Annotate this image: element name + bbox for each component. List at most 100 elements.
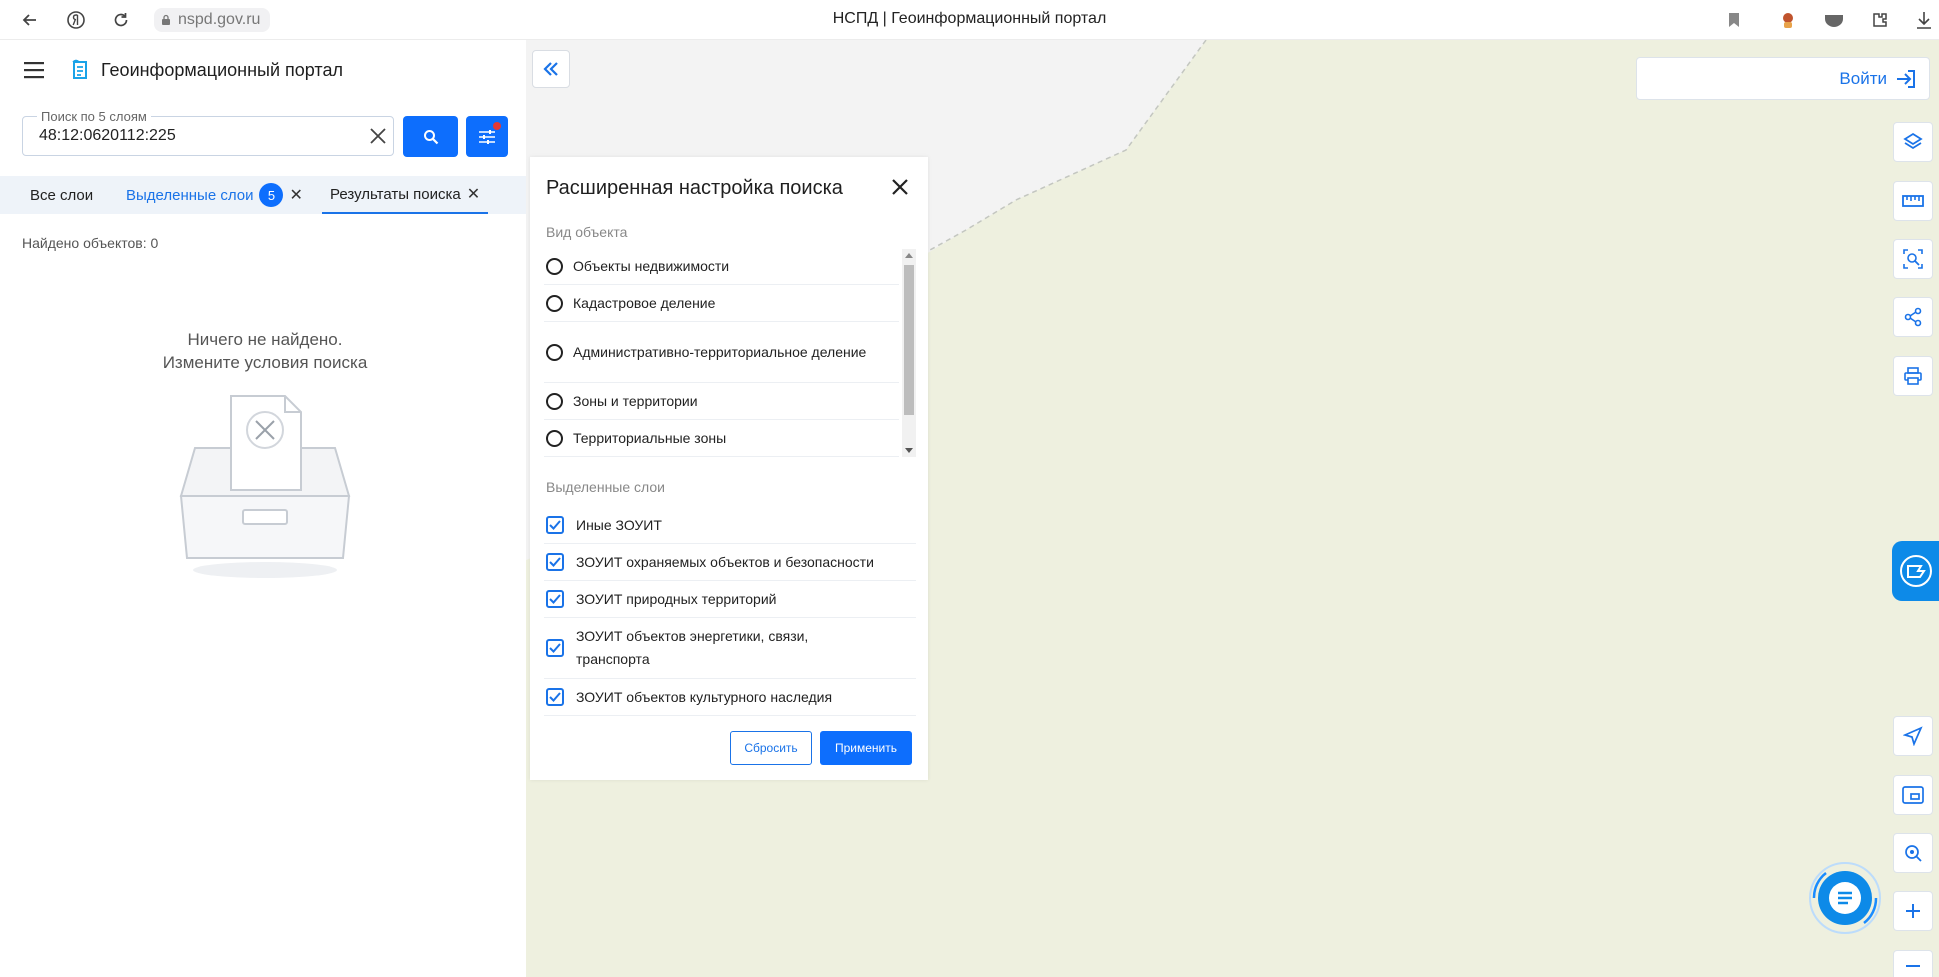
ruler-button[interactable] bbox=[1893, 181, 1933, 221]
chat-button[interactable] bbox=[1800, 853, 1890, 943]
scroll-down-icon[interactable] bbox=[905, 448, 913, 453]
tab-selected-layers[interactable]: Выделенные слои 5 ✕ bbox=[118, 176, 311, 214]
radio-button[interactable] bbox=[546, 258, 563, 275]
radio-object-type[interactable]: Кадастровое деление bbox=[544, 285, 899, 322]
checkbox[interactable] bbox=[546, 516, 564, 534]
tab-all-layers[interactable]: Все слои bbox=[22, 176, 101, 214]
checkbox-label: ЗОУИТ объектов энергетики, связи, трансп… bbox=[576, 628, 809, 667]
layer-checkbox-row[interactable]: ЗОУИТ объектов энергетики, связи, трансп… bbox=[544, 618, 916, 679]
advanced-search-panel: Расширенная настройка поиска Вид объекта… bbox=[530, 157, 928, 780]
checkmark-icon bbox=[549, 520, 561, 530]
radio-button[interactable] bbox=[546, 392, 563, 410]
hamburger-menu-icon[interactable] bbox=[24, 61, 46, 79]
empty-state-hint: Измените условия поиска bbox=[162, 353, 368, 372]
empty-inbox-icon bbox=[179, 395, 351, 578]
filter-active-dot bbox=[493, 122, 501, 130]
plus-icon bbox=[1906, 904, 1920, 918]
area-search-button[interactable] bbox=[1893, 239, 1933, 279]
apply-button[interactable]: Применить bbox=[820, 731, 912, 765]
login-button[interactable]: Войти bbox=[1636, 57, 1930, 100]
radio-label: Объекты недвижимости bbox=[573, 258, 730, 274]
chat-bubble-icon bbox=[1809, 862, 1881, 934]
checkbox[interactable] bbox=[546, 639, 564, 657]
geolocation-button[interactable] bbox=[1893, 716, 1933, 756]
location-target-icon bbox=[1905, 845, 1922, 862]
clear-icon[interactable] bbox=[369, 127, 387, 145]
checkmark-icon bbox=[549, 557, 561, 567]
close-icon[interactable]: ✕ bbox=[289, 185, 302, 205]
layer-checkbox-row[interactable]: Иные ЗОУИТ bbox=[544, 507, 916, 544]
checkbox-label: ЗОУИТ объектов культурного наследия bbox=[576, 688, 833, 705]
reset-button[interactable]: Сбросить bbox=[730, 731, 812, 765]
object-type-list[interactable]: Объекты недвижимости Кадастровое деление… bbox=[544, 249, 916, 457]
address-bar[interactable]: nspd.gov.ru bbox=[154, 8, 271, 32]
extension-icon[interactable] bbox=[1776, 8, 1800, 32]
tab-label: Результаты поиска bbox=[330, 185, 461, 203]
lock-icon bbox=[162, 14, 170, 25]
radio-button[interactable] bbox=[546, 343, 563, 361]
back-arrow-icon[interactable] bbox=[18, 8, 42, 32]
radio-object-type[interactable]: Административно-территориальное деление bbox=[544, 322, 899, 383]
zoom-out-button[interactable] bbox=[1893, 950, 1933, 977]
minus-icon bbox=[1906, 965, 1920, 967]
browser-toolbar: nspd.gov.ru НСПД | Геоинформационный пор… bbox=[0, 0, 1939, 40]
download-icon[interactable] bbox=[1912, 8, 1936, 32]
zoom-in-button[interactable] bbox=[1893, 891, 1933, 931]
checkbox[interactable] bbox=[546, 553, 564, 571]
advanced-filter-button[interactable] bbox=[466, 116, 508, 157]
search-input[interactable] bbox=[39, 125, 349, 147]
portal-title: Геоинформационный портал bbox=[101, 60, 343, 80]
ruler-icon bbox=[1902, 195, 1924, 207]
tab-search-results[interactable]: Результаты поиска ✕ bbox=[322, 176, 489, 214]
checkmark-icon bbox=[549, 643, 561, 653]
portal-logo-icon bbox=[72, 59, 87, 79]
extensions-puzzle-icon[interactable] bbox=[1868, 8, 1892, 32]
yandex-icon[interactable] bbox=[64, 8, 88, 32]
empty-state-title: Ничего не найдено. bbox=[187, 330, 343, 349]
layer-checkbox-row[interactable]: ЗОУИТ объектов культурного наследия bbox=[544, 679, 916, 716]
count-badge: 5 bbox=[259, 183, 284, 207]
close-icon[interactable] bbox=[888, 175, 912, 199]
collapse-sidebar-button[interactable] bbox=[532, 50, 570, 88]
radio-object-type[interactable]: Территориальные зоны bbox=[544, 420, 899, 457]
checkmark-icon bbox=[549, 692, 561, 702]
checkbox-label: ЗОУИТ охраняемых объектов и безопасности bbox=[576, 553, 874, 570]
checkbox[interactable] bbox=[546, 688, 564, 706]
feedback-map-icon bbox=[1899, 555, 1932, 587]
radio-object-type[interactable]: Объекты недвижимости bbox=[544, 249, 899, 285]
search-field[interactable]: Поиск по 5 слоям bbox=[22, 109, 394, 156]
search-button[interactable] bbox=[403, 116, 458, 157]
close-icon[interactable]: ✕ bbox=[467, 184, 480, 204]
scrollbar[interactable] bbox=[902, 249, 916, 457]
layer-checkbox-row[interactable]: ЗОУИТ охраняемых объектов и безопасности bbox=[544, 544, 916, 581]
radio-button[interactable] bbox=[546, 294, 563, 312]
radio-object-type[interactable]: Зоны и территории bbox=[544, 383, 899, 420]
locate-search-button[interactable] bbox=[1893, 833, 1933, 873]
tab-label: Выделенные слои bbox=[126, 186, 254, 204]
checkbox[interactable] bbox=[546, 590, 564, 608]
scroll-up-icon[interactable] bbox=[905, 253, 913, 258]
layers-button[interactable] bbox=[1893, 122, 1933, 162]
radio-label: Административно-территориальное деление bbox=[573, 343, 867, 360]
search-legend: Поиск по 5 слоям bbox=[37, 109, 151, 124]
layers-icon bbox=[1903, 132, 1923, 150]
area-search-icon bbox=[1903, 249, 1923, 269]
radio-label: Кадастровое деление bbox=[573, 294, 716, 311]
feedback-widget-button[interactable] bbox=[1892, 541, 1939, 601]
layer-checkbox-row[interactable]: ЗОУИТ природных территорий bbox=[544, 581, 916, 618]
shield-icon[interactable] bbox=[1822, 8, 1846, 32]
minimap-button[interactable] bbox=[1893, 775, 1933, 815]
double-chevron-left-icon bbox=[543, 62, 558, 76]
scrollbar-thumb[interactable] bbox=[904, 265, 914, 415]
selected-layers-label: Выделенные слои bbox=[546, 479, 665, 495]
bookmark-icon[interactable] bbox=[1722, 8, 1746, 32]
reload-icon[interactable] bbox=[109, 8, 133, 32]
filter-sliders-icon bbox=[479, 129, 495, 144]
radio-button[interactable] bbox=[546, 429, 563, 447]
checkbox-label: ЗОУИТ природных территорий bbox=[576, 590, 777, 607]
checkmark-icon bbox=[549, 594, 561, 604]
tabs-bar: Все слои Выделенные слои 5 ✕ Результаты … bbox=[0, 176, 526, 214]
share-button[interactable] bbox=[1893, 297, 1933, 337]
sidebar: Геоинформационный портал Поиск по 5 слоя… bbox=[0, 40, 526, 977]
print-button[interactable] bbox=[1893, 356, 1933, 396]
